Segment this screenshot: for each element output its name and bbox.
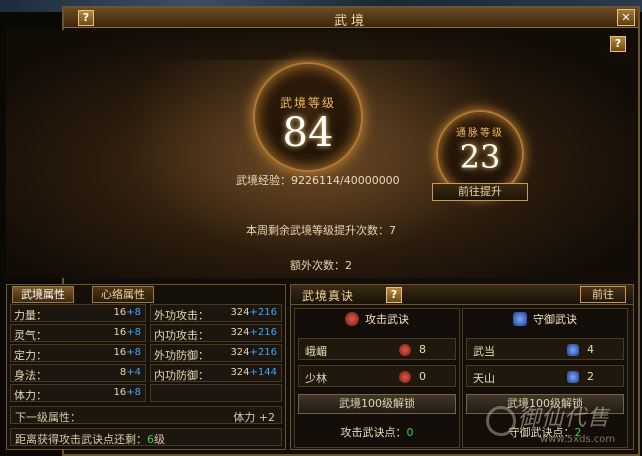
meridian-label: 通脉等级 [456, 128, 504, 139]
exp-line: 武境经验：9226114/40000000 [236, 172, 400, 188]
distance-row: 距离获得攻击武诀点还剩：6级 [10, 428, 282, 446]
exp-label: 武境经验： [236, 174, 291, 187]
attr-value: 16+8 [113, 347, 141, 358]
skill-value: 2 [587, 370, 594, 383]
attr-row-outer-attack: 外功攻击： 324+216 [150, 304, 282, 322]
goto-button[interactable]: 前往 [580, 286, 626, 303]
attr-row-stamina: 体力： 16+8 [10, 384, 146, 402]
skill-value: 8 [419, 343, 426, 356]
attr-name: 身法： [14, 369, 47, 382]
attr-name: 外功防御： [154, 349, 209, 362]
skills-help-icon[interactable]: ? [386, 287, 402, 303]
extra-count: 额外次数：2 [290, 259, 352, 272]
defense-header: 守御武诀 [463, 309, 627, 331]
skill-name: 少林 [305, 372, 327, 385]
level-orb: 武境等级 84 [253, 62, 363, 172]
watermark-logo-icon [486, 406, 516, 436]
tab-meridian-attributes[interactable]: 心络属性 [92, 286, 154, 303]
attr-value: 16+8 [113, 387, 141, 398]
skill-name: 武当 [473, 345, 495, 358]
level-value: 84 [282, 110, 334, 156]
distance-text: 距离获得攻击武诀点还剩：6级 [15, 433, 165, 446]
attr-name: 内功攻击： [154, 329, 209, 342]
defense-skill-tianshan[interactable]: 天山 2 [466, 365, 624, 387]
goto-upgrade-button[interactable]: 前往提升 [432, 183, 528, 201]
attr-value: 324+216 [230, 347, 277, 358]
attack-point-icon [399, 371, 411, 383]
window-title: 武境 [333, 14, 368, 29]
defense-point-icon [567, 371, 579, 383]
attr-row-outer-defense: 外功防御： 324+216 [150, 344, 282, 362]
skill-name: 峨嵋 [305, 345, 327, 358]
watermark: 御仙代售 www.5xds.com [478, 400, 628, 450]
level-label: 武境等级 [279, 96, 336, 110]
meridian-value: 23 [459, 138, 501, 176]
next-level-value: 体力 +2 [233, 411, 275, 424]
attr-value: 16+8 [113, 327, 141, 338]
attack-skill-emei[interactable]: 峨嵋 8 [298, 338, 456, 360]
attack-points: 攻击武诀点：0 [340, 426, 414, 439]
attr-value: 16+8 [113, 307, 141, 318]
defense-point-icon [567, 344, 579, 356]
attack-point-icon [399, 344, 411, 356]
attr-row-empty [150, 384, 282, 402]
exp-value: 9226114/40000000 [291, 174, 400, 187]
skill-value: 4 [587, 343, 594, 356]
attr-row-spirit: 灵气： 16+8 [10, 324, 146, 342]
attack-unlock-button[interactable]: 武境100级解锁 [298, 394, 456, 414]
skill-value: 0 [419, 370, 426, 383]
help-icon[interactable]: ? [78, 10, 94, 26]
attr-row-inner-attack: 内功攻击： 324+216 [150, 324, 282, 342]
attr-row-strength: 力量： 16+8 [10, 304, 146, 322]
titlebar: 武境 [64, 8, 638, 29]
watermark-text: 御仙代售 [518, 406, 611, 431]
attack-skill-shaolin[interactable]: 少林 0 [298, 365, 456, 387]
attr-row-agility: 身法： 8+4 [10, 364, 146, 382]
next-level-label: 下一级属性： [15, 411, 81, 424]
attr-name: 定力： [14, 349, 47, 362]
attr-value: 324+144 [230, 367, 277, 378]
close-icon[interactable]: ✕ [617, 9, 635, 26]
shield-icon [513, 312, 527, 326]
attr-value: 324+216 [230, 327, 277, 338]
attr-name: 灵气： [14, 329, 47, 342]
attr-name: 力量： [14, 309, 47, 322]
stage-help-icon[interactable]: ? [610, 36, 626, 52]
attack-icon [345, 312, 359, 326]
attr-row-inner-defense: 内功防御： 324+144 [150, 364, 282, 382]
attr-row-focus: 定力： 16+8 [10, 344, 146, 362]
skills-panel-title: 武境真诀 [302, 289, 355, 303]
next-level-row: 下一级属性： 体力 +2 [10, 406, 282, 424]
attr-name: 体力： [14, 389, 47, 402]
attr-value: 324+216 [230, 307, 277, 318]
attack-header: 攻击武诀 [295, 309, 459, 331]
defense-skill-wudang[interactable]: 武当 4 [466, 338, 624, 360]
attr-name: 内功防御： [154, 369, 209, 382]
weekly-remaining: 本周剩余武境等级提升次数：7 [246, 224, 396, 237]
skill-name: 天山 [473, 372, 495, 385]
attr-value: 8+4 [119, 367, 141, 378]
attr-name: 外功攻击： [154, 309, 209, 322]
watermark-url: www.5xds.com [540, 434, 616, 445]
tab-wujing-attributes[interactable]: 武境属性 [12, 286, 74, 303]
